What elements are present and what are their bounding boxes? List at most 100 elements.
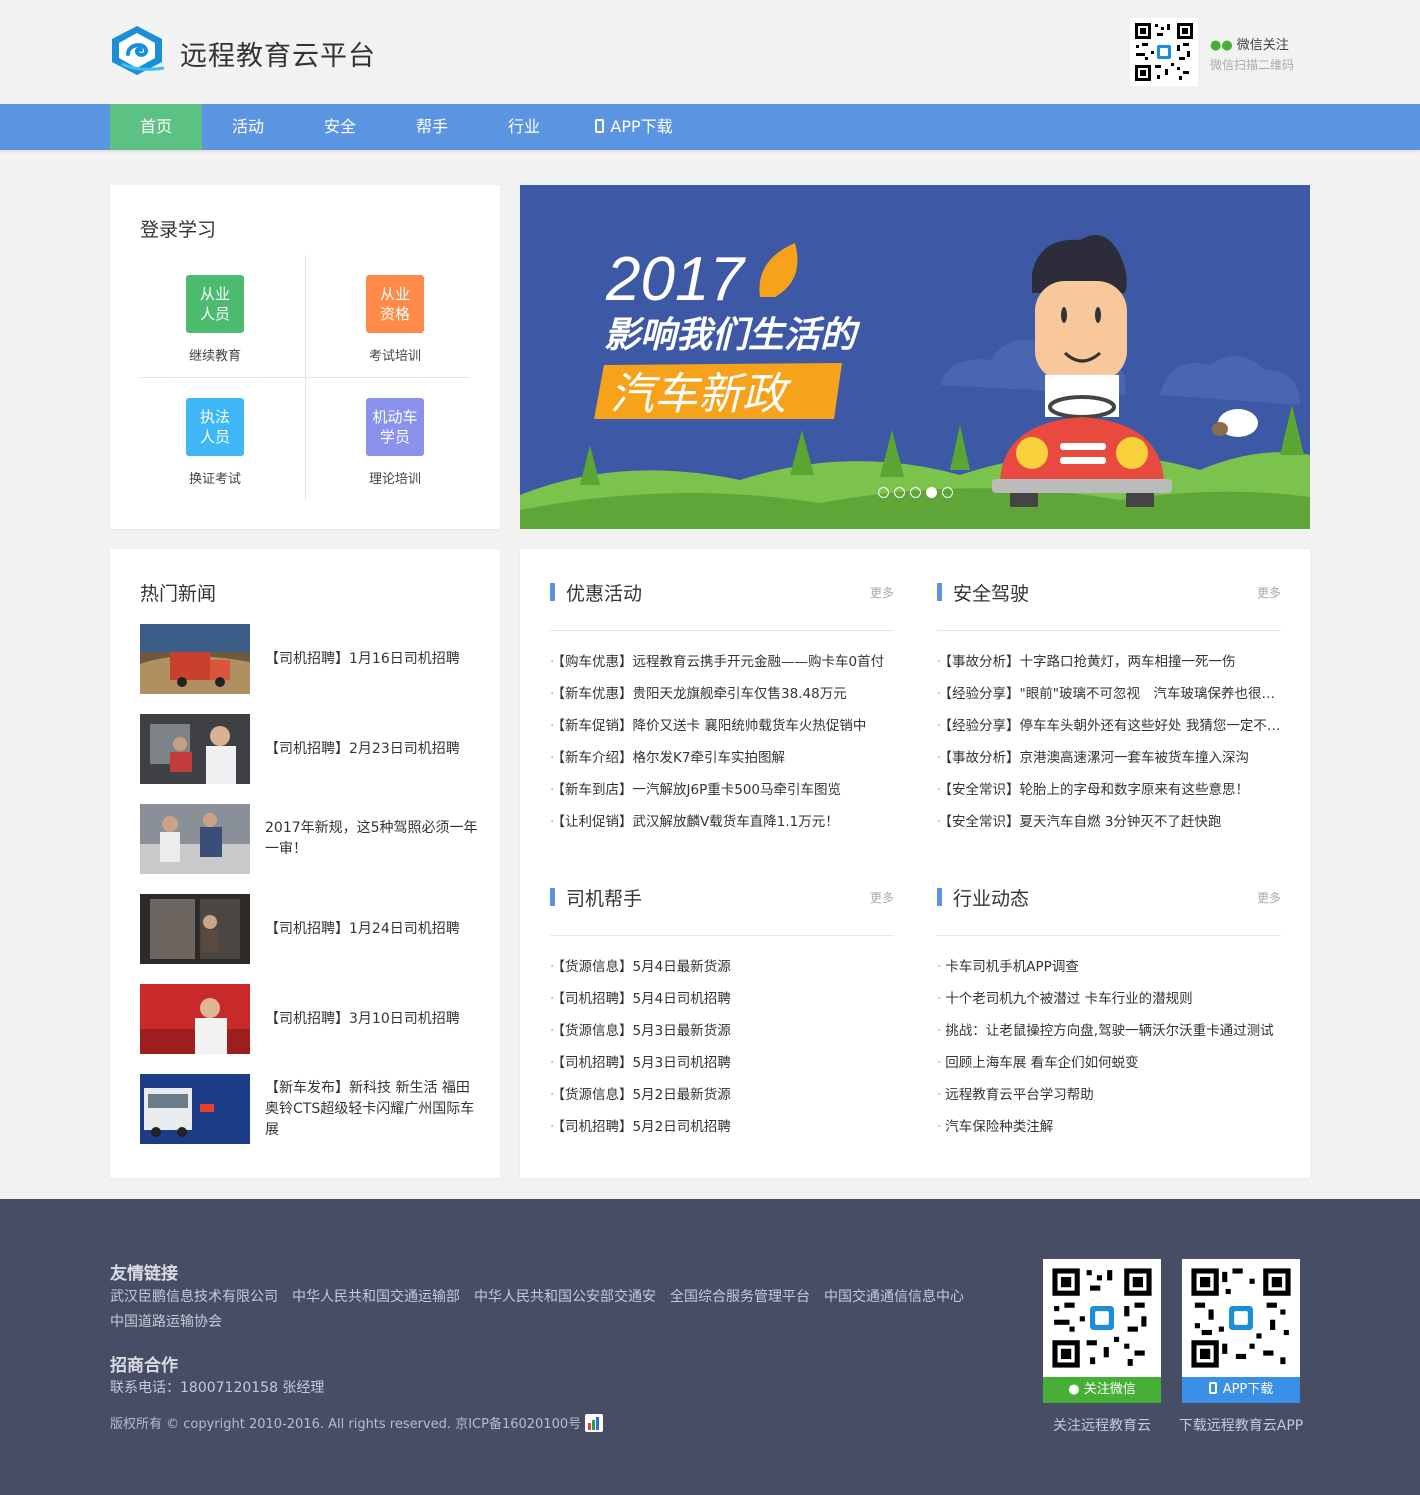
friend-link[interactable]: 中华人民共和国公安部交通安: [474, 1289, 656, 1305]
friend-link[interactable]: 中国道路运输协会: [110, 1314, 222, 1330]
nav-helper[interactable]: 帮手: [386, 104, 478, 150]
banner-subheadline: 汽车新政: [610, 369, 792, 420]
list-item-text: 【货源信息】5月3日最新货源: [558, 1023, 731, 1039]
list-item[interactable]: · 【经验分享】停车车头朝外还有这些好处 我猜您一定不知道: [937, 715, 1281, 747]
list-item[interactable]: · 【司机招聘】5月2日司机招聘: [550, 1116, 894, 1148]
nav-home[interactable]: 首页: [110, 104, 202, 150]
news-title[interactable]: 【司机招聘】1月16日司机招聘: [265, 624, 480, 694]
block-header: 行业动态 更多: [937, 854, 1281, 936]
bullet: ·: [550, 1023, 555, 1039]
list-item[interactable]: · 【新车介绍】格尔发K7牵引车实拍图解: [550, 747, 894, 779]
list-item[interactable]: · 【司机招聘】5月4日司机招聘: [550, 988, 894, 1020]
login-panel: 登录学习 从业 人员 继续教育 从业 资格 考试培训 执法 人员 换证考试 机动车 学员…: [110, 185, 500, 529]
app-download-button[interactable]: APP下载: [1182, 1377, 1300, 1403]
list-item[interactable]: · 【安全常识】夏天汽车自燃 3分钟灭不了赶快跑: [937, 811, 1281, 843]
list-item-text: 【司机招聘】5月2日司机招聘: [558, 1119, 731, 1135]
news-thumbnail: [140, 714, 250, 784]
list-item[interactable]: · 【经验分享】"眼前"玻璃不可忽视 汽车玻璃保养也很重要: [937, 683, 1281, 715]
news-title[interactable]: 2017年新规，这5种驾照必须一年一审！: [265, 804, 480, 874]
friend-link[interactable]: 武汉臣鹏信息技术有限公司: [110, 1289, 278, 1305]
banner-illustration: 2017 影响我们生活的 汽车新政: [520, 235, 1310, 529]
list-item[interactable]: · 卡车司机手机APP调查: [937, 956, 1281, 988]
bullet: ·: [937, 750, 942, 766]
news-title[interactable]: 【司机招聘】3月10日司机招聘: [265, 984, 480, 1054]
block-header: 司机帮手 更多: [550, 854, 894, 936]
list-item[interactable]: · 【事故分析】十字路口抢黄灯，两车相撞一死一伤: [937, 651, 1281, 683]
news-title[interactable]: 【司机招聘】2月23日司机招聘: [265, 714, 480, 784]
app-caption: 下载远程教育云APP: [1178, 1418, 1304, 1434]
list-item[interactable]: · 【购车优惠】远程教育云携手开元金融——购卡车0首付: [550, 651, 894, 683]
site-footer: 友情链接 武汉臣鹏信息技术有限公司 中华人民共和国交通运输部 中华人民共和国公安部交…: [0, 1199, 1420, 1495]
list-item-text: 【司机招聘】5月3日司机招聘: [558, 1055, 731, 1071]
list-item[interactable]: · 挑战：让老鼠操控方向盘,驾驶一辆沃尔沃重卡通过测试: [937, 1020, 1281, 1052]
login-qualification[interactable]: 从业 资格 考试培训: [140, 255, 470, 377]
list-item[interactable]: · 汽车保险种类注解: [937, 1116, 1281, 1148]
friend-link[interactable]: 中国交通通信信息中心: [824, 1289, 964, 1305]
block-title: 优惠活动: [566, 583, 643, 605]
wechat-caption: 关注远程教育云: [1053, 1418, 1151, 1434]
list-item[interactable]: · 【司机招聘】5月3日司机招聘: [550, 1052, 894, 1084]
list-item[interactable]: · 【事故分析】京港澳高速漯河一套车被货车撞入深沟: [937, 747, 1281, 779]
list-item-text: 【新车促销】降价又送卡 襄阳统帅载货车火热促销中: [558, 718, 867, 734]
carousel-dot[interactable]: [942, 487, 953, 498]
friend-link[interactable]: 中华人民共和国交通运输部: [292, 1289, 460, 1305]
industry-block: 行业动态 更多 · 卡车司机手机APP调查 · 十个老司机九个被潜过 卡车行业的潜规…: [937, 854, 1281, 1148]
list-item[interactable]: · 十个老司机九个被潜过 卡车行业的潜规则: [937, 988, 1281, 1020]
friend-link[interactable]: 全国综合服务管理平台: [670, 1289, 810, 1305]
nav-activity[interactable]: 活动: [202, 104, 294, 150]
follow-wechat-button[interactable]: ● 关注微信: [1043, 1377, 1161, 1403]
list-item[interactable]: · 【新车优惠】贵阳天龙旗舰牵引车仅售38.48万元: [550, 683, 894, 715]
carousel-dot[interactable]: [894, 487, 905, 498]
block-title: 行业动态: [953, 888, 1030, 910]
list-item[interactable]: · 远程教育云平台学习帮助: [937, 1084, 1281, 1116]
list-item[interactable]: · 【新车促销】降价又送卡 襄阳统帅载货车火热促销中: [550, 715, 894, 747]
news-item[interactable]: 2017年新规，这5种驾照必须一年一审！: [140, 804, 480, 894]
list-item[interactable]: · 回顾上海车展 看车企们如何蜕变: [937, 1052, 1281, 1084]
logo-icon[interactable]: [108, 24, 166, 76]
friend-links: 武汉臣鹏信息技术有限公司 中华人民共和国交通运输部 中华人民共和国公安部交通安 全国综…: [110, 1285, 990, 1335]
main-nav: 首页 活动 安全 帮手 行业 APP下载: [0, 104, 1420, 150]
nav-safety[interactable]: 安全: [294, 104, 386, 150]
more-link[interactable]: 更多: [870, 889, 894, 906]
news-title[interactable]: 【新车发布】新科技 新生活 福田奥铃CTS超级轻卡闪耀广州国际车展: [265, 1074, 480, 1144]
nav-industry[interactable]: 行业: [478, 104, 570, 150]
news-item[interactable]: 【司机招聘】1月24日司机招聘: [140, 894, 480, 984]
block-accent-bar: [550, 888, 555, 906]
wechat-follow-label: ●● 微信关注: [1210, 34, 1289, 53]
helper-block: 司机帮手 更多 · 【货源信息】5月4日最新货源 · 【司机招聘】5月4日司机招聘 …: [550, 854, 894, 1148]
carousel-dot[interactable]: [910, 487, 921, 498]
nav-app-download[interactable]: APP下载: [570, 104, 698, 150]
list-item[interactable]: · 【货源信息】5月4日最新货源: [550, 956, 894, 988]
list-item[interactable]: · 【货源信息】5月2日最新货源: [550, 1084, 894, 1116]
bullet: ·: [937, 991, 942, 1007]
promo-list: · 【购车优惠】远程教育云携手开元金融——购卡车0首付 · 【新车优惠】贵阳天龙旗舰…: [550, 631, 894, 843]
copyright: 版权所有 © copyright 2010-2016. All rights r…: [110, 1413, 604, 1432]
phone-icon: [595, 119, 605, 133]
more-link[interactable]: 更多: [1257, 584, 1281, 601]
block-title: 安全驾驶: [953, 583, 1030, 605]
more-link[interactable]: 更多: [1257, 889, 1281, 906]
block-title: 司机帮手: [566, 888, 643, 910]
bullet: ·: [937, 1023, 942, 1039]
news-title[interactable]: 【司机招聘】1月24日司机招聘: [265, 894, 480, 964]
news-item[interactable]: 【司机招聘】3月10日司机招聘: [140, 984, 480, 1074]
news-item[interactable]: 【司机招聘】1月16日司机招聘: [140, 624, 480, 714]
more-link[interactable]: 更多: [870, 584, 894, 601]
bullet: ·: [937, 782, 942, 798]
list-item-text: 【安全常识】夏天汽车自燃 3分钟灭不了赶快跑: [945, 814, 1222, 830]
list-item[interactable]: · 【新车到店】一汽解放J6P重卡500马牵引车图览: [550, 779, 894, 811]
carousel-dot[interactable]: [878, 487, 889, 498]
list-item-text: 【经验分享】"眼前"玻璃不可忽视 汽车玻璃保养也很重要: [945, 686, 1281, 702]
news-item[interactable]: 【新车发布】新科技 新生活 福田奥铃CTS超级轻卡闪耀广州国际车展: [140, 1074, 480, 1164]
icp-badge-icon[interactable]: [585, 1414, 604, 1432]
tile-line: 资格: [379, 305, 410, 323]
hot-news-panel: 热门新闻 【司机招聘】1月16日司机招聘 【司机招聘】2月23日司机招聘 201…: [110, 549, 500, 1178]
login-vehicle-student[interactable]: 机动车 学员 理论培训: [140, 378, 470, 500]
news-item[interactable]: 【司机招聘】2月23日司机招聘: [140, 714, 480, 804]
list-item[interactable]: · 【安全常识】轮胎上的字母和数字原来有这些意思！: [937, 779, 1281, 811]
hero-banner[interactable]: 2017 影响我们生活的 汽车新政: [520, 185, 1310, 529]
news-thumbnail: [140, 624, 250, 694]
carousel-dot-active[interactable]: [926, 487, 937, 498]
list-item[interactable]: · 【让利促销】武汉解放麟V载货车直降1.1万元！: [550, 811, 894, 843]
list-item[interactable]: · 【货源信息】5月3日最新货源: [550, 1020, 894, 1052]
